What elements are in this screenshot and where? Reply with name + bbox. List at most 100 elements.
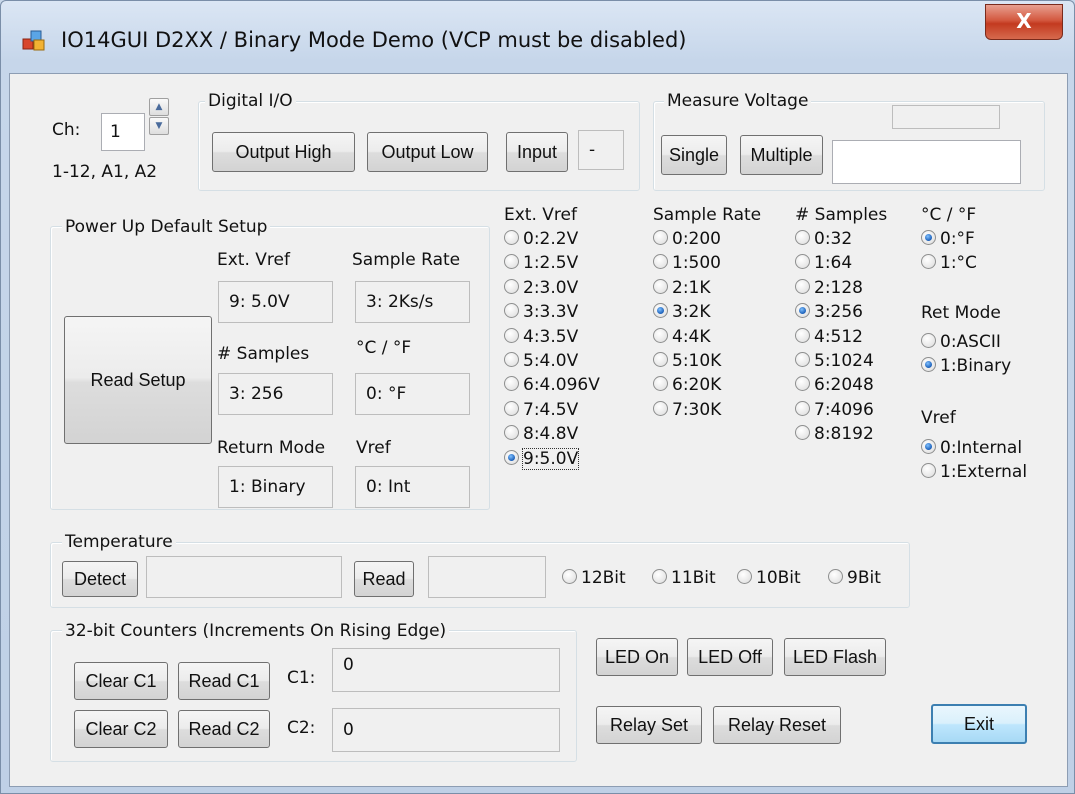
- radio-unchecked-icon: [795, 400, 810, 416]
- num-samples-title: # Samples: [795, 205, 888, 225]
- close-button[interactable]: X: [985, 4, 1063, 40]
- vref-option-label: 0:Internal: [940, 438, 1023, 458]
- num-samples-option-label: 4:512: [814, 326, 863, 347]
- sample-rate-option[interactable]: 7:30K: [653, 400, 721, 420]
- radio-unchecked-icon: [795, 254, 810, 270]
- temp-unit-option[interactable]: 1:°C: [921, 253, 977, 273]
- title-bar[interactable]: IO14GUI D2XX / Binary Mode Demo (VCP mus…: [1, 1, 1074, 73]
- pu-temp-unit-value: 0: °F: [355, 373, 470, 415]
- ext-vref-option[interactable]: 5:4.0V: [504, 351, 578, 371]
- channel-down-button[interactable]: ▼: [149, 117, 169, 135]
- num-samples-option[interactable]: 6:2048: [795, 375, 874, 395]
- vref-option-label: 1:External: [940, 462, 1028, 483]
- resolution-option-label: 11Bit: [671, 568, 716, 588]
- ext-vref-option-label: 3:3.3V: [523, 302, 579, 323]
- resolution-option[interactable]: 9Bit: [828, 568, 881, 588]
- radio-unchecked-icon: [795, 278, 810, 294]
- output-high-button[interactable]: Output High: [212, 132, 355, 172]
- multiple-button[interactable]: Multiple: [740, 135, 823, 175]
- sample-rate-option-label: 1:500: [672, 253, 721, 274]
- ext-vref-option[interactable]: 4:3.5V: [504, 327, 578, 347]
- ext-vref-option[interactable]: 7:4.5V: [504, 400, 578, 420]
- resolution-option-label: 12Bit: [581, 568, 626, 588]
- arrow-down-icon: ▼: [155, 121, 163, 131]
- ext-vref-option[interactable]: 6:4.096V: [504, 375, 600, 395]
- output-low-button[interactable]: Output Low: [367, 132, 488, 172]
- ext-vref-option-label: 4:3.5V: [523, 326, 579, 347]
- vref-title: Vref: [921, 408, 956, 428]
- exit-button[interactable]: Exit: [931, 704, 1027, 744]
- sample-rate-option[interactable]: 4:4K: [653, 327, 711, 347]
- ext-vref-option[interactable]: 3:3.3V: [504, 302, 578, 322]
- sample-rate-option[interactable]: 6:20K: [653, 375, 721, 395]
- led-flash-button[interactable]: LED Flash: [784, 638, 886, 676]
- num-samples-option[interactable]: 1:64: [795, 253, 852, 273]
- ext-vref-option-label: 9:5.0V: [521, 447, 580, 470]
- ext-vref-option[interactable]: 9:5.0V: [504, 447, 580, 470]
- input-button[interactable]: Input: [506, 132, 568, 172]
- detect-button[interactable]: Detect: [62, 561, 138, 597]
- clear-c1-button[interactable]: Clear C1: [74, 662, 168, 700]
- resolution-option[interactable]: 11Bit: [652, 568, 716, 588]
- clear-c2-button[interactable]: Clear C2: [74, 710, 168, 748]
- relay-set-button[interactable]: Relay Set: [596, 706, 702, 744]
- ret-mode-option-label: 0:ASCII: [940, 332, 1001, 352]
- radio-unchecked-icon: [504, 278, 519, 294]
- temperature-title: Temperature: [62, 532, 176, 552]
- voltage-result-field[interactable]: [832, 140, 1021, 184]
- radio-unchecked-icon: [504, 376, 519, 392]
- read-setup-button[interactable]: Read Setup: [64, 316, 212, 444]
- num-samples-option[interactable]: 2:128: [795, 278, 863, 298]
- radio-unchecked-icon: [652, 569, 667, 584]
- sample-rate-option[interactable]: 5:10K: [653, 351, 721, 371]
- sample-rate-option-label: 5:10K: [672, 351, 722, 371]
- c2-label: C2:: [287, 718, 316, 738]
- radio-unchecked-icon: [653, 254, 668, 270]
- sample-rate-option[interactable]: 3:2K: [653, 302, 711, 322]
- read-c2-button[interactable]: Read C2: [178, 710, 270, 748]
- temperature-value-display: [428, 556, 546, 598]
- radio-unchecked-icon: [921, 333, 936, 348]
- sample-rate-option-label: 3:2K: [672, 302, 711, 323]
- sample-rate-option-label: 4:4K: [672, 326, 711, 347]
- channel-up-button[interactable]: ▲: [149, 98, 169, 116]
- num-samples-option[interactable]: 8:8192: [795, 424, 874, 444]
- sample-rate-option-label: 6:20K: [672, 375, 722, 396]
- ret-mode-option[interactable]: 0:ASCII: [921, 332, 1001, 352]
- arrow-up-icon: ▲: [155, 102, 163, 112]
- sample-rate-option[interactable]: 1:500: [653, 253, 721, 273]
- led-on-button[interactable]: LED On: [596, 638, 678, 676]
- num-samples-option[interactable]: 5:1024: [795, 351, 874, 371]
- read-c1-button[interactable]: Read C1: [178, 662, 270, 700]
- radio-unchecked-icon: [504, 400, 519, 416]
- num-samples-option[interactable]: 0:32: [795, 229, 852, 249]
- sample-rate-option[interactable]: 2:1K: [653, 278, 711, 298]
- c1-value-display: 0: [332, 648, 560, 692]
- num-samples-option[interactable]: 3:256: [795, 302, 863, 322]
- resolution-option-label: 9Bit: [847, 568, 881, 588]
- led-off-button[interactable]: LED Off: [687, 638, 773, 676]
- sample-rate-title: Sample Rate: [653, 205, 762, 225]
- resolution-option[interactable]: 10Bit: [737, 568, 801, 588]
- radio-unchecked-icon: [504, 254, 519, 270]
- channel-input[interactable]: 1: [101, 113, 145, 151]
- resolution-option[interactable]: 12Bit: [562, 568, 626, 588]
- num-samples-option[interactable]: 4:512: [795, 327, 863, 347]
- ret-mode-option[interactable]: 1:Binary: [921, 356, 1011, 376]
- vref-option[interactable]: 0:Internal: [921, 438, 1022, 458]
- relay-reset-button[interactable]: Relay Reset: [713, 706, 841, 744]
- ext-vref-option-label: 1:2.5V: [523, 253, 579, 274]
- temp-unit-option[interactable]: 0:°F: [921, 229, 975, 249]
- vref-option[interactable]: 1:External: [921, 462, 1027, 482]
- temperature-read-button[interactable]: Read: [354, 561, 414, 597]
- temp-unit-option-label: 0:°F: [940, 229, 975, 249]
- single-button[interactable]: Single: [661, 135, 727, 175]
- ext-vref-option[interactable]: 1:2.5V: [504, 253, 578, 273]
- radio-unchecked-icon: [653, 400, 668, 416]
- ext-vref-option[interactable]: 0:2.2V: [504, 229, 578, 249]
- sample-rate-option[interactable]: 0:200: [653, 229, 721, 249]
- num-samples-option[interactable]: 7:4096: [795, 400, 874, 420]
- ext-vref-option[interactable]: 8:4.8V: [504, 424, 578, 444]
- ext-vref-option[interactable]: 2:3.0V: [504, 278, 578, 298]
- num-samples-option-label: 2:128: [814, 277, 863, 298]
